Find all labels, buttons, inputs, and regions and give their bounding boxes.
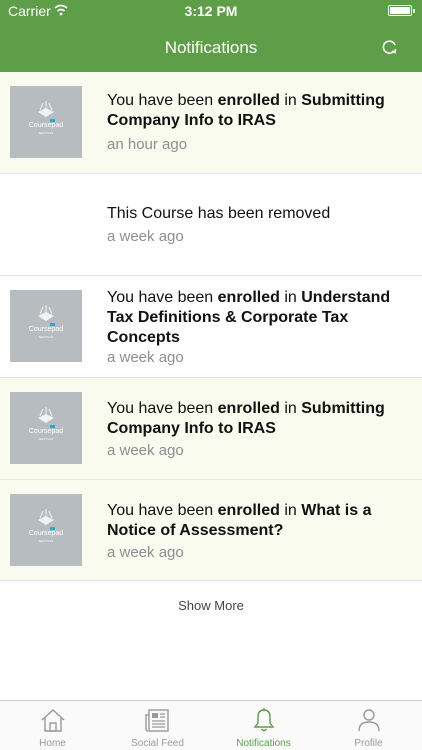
status-bar: Carrier 3:12 PM <box>0 0 422 22</box>
coursepad-logo-icon <box>38 509 55 530</box>
notification-message: You have been enrolled in Understand Tax… <box>107 289 391 346</box>
tab-label: Social Feed <box>131 738 184 749</box>
course-thumbnail: Coursepad NEXTCAS <box>10 392 82 464</box>
notification-item[interactable]: Coursepad NEXTCAS You have been enrolled… <box>0 480 422 581</box>
notification-item[interactable]: Coursepad NEXTCAS You have been enrolled… <box>0 276 422 378</box>
tab-profile[interactable]: Profile <box>316 701 421 750</box>
page-title: Notifications <box>164 38 258 57</box>
clock-label: 3:12 PM <box>184 3 238 19</box>
notification-message: You have been enrolled in What is a Noti… <box>107 502 372 539</box>
tab-label: Notifications <box>236 738 291 749</box>
tab-home[interactable]: Home <box>0 701 105 750</box>
notification-item[interactable]: Coursepad NEXTCAS You have been enrolled… <box>0 378 422 480</box>
notification-timestamp: a week ago <box>107 349 184 366</box>
notification-message: This Course has been removed <box>107 205 331 222</box>
tab-notifications[interactable]: Notifications <box>211 701 316 750</box>
coursepad-logo-icon <box>38 305 55 326</box>
tab-label: Profile <box>354 738 383 749</box>
course-thumbnail: Coursepad NEXTCAS <box>10 290 82 362</box>
svg-text:NEXTCAS: NEXTCAS <box>39 539 53 543</box>
navigation-header: Carrier 3:12 PM Notifications <box>0 0 422 72</box>
coursepad-logo-icon <box>38 101 55 122</box>
svg-text:NEXTCAS: NEXTCAS <box>39 131 53 135</box>
notification-message: You have been enrolled in Submitting Com… <box>107 92 385 129</box>
notification-timestamp: a week ago <box>107 544 184 561</box>
person-icon <box>358 709 380 732</box>
show-more-button[interactable]: Show More <box>0 598 422 613</box>
tab-bar: Home Social Feed Notifications Profile <box>0 700 422 750</box>
svg-text:Coursepad: Coursepad <box>29 122 63 129</box>
course-thumbnail: Coursepad NEXTCAS <box>10 86 82 158</box>
notification-item[interactable]: Coursepad NEXTCAS You have been enrolled… <box>0 72 422 174</box>
notification-timestamp: a week ago <box>107 442 184 459</box>
svg-text:Coursepad: Coursepad <box>29 428 63 435</box>
notification-timestamp: a week ago <box>107 228 184 245</box>
newspaper-icon <box>145 709 169 732</box>
svg-text:Coursepad: Coursepad <box>29 530 63 537</box>
tab-social-feed[interactable]: Social Feed <box>105 701 210 750</box>
notification-message: You have been enrolled in Submitting Com… <box>107 400 385 437</box>
coursepad-logo-icon <box>38 407 55 428</box>
bell-icon <box>253 708 275 732</box>
course-thumbnail: Coursepad NEXTCAS <box>10 494 82 566</box>
refresh-icon[interactable] <box>380 37 400 57</box>
battery-icon <box>388 5 415 16</box>
notification-list: Coursepad NEXTCAS You have been enrolled… <box>0 72 422 581</box>
svg-text:NEXTCAS: NEXTCAS <box>39 335 53 339</box>
svg-text:Coursepad: Coursepad <box>29 326 63 333</box>
svg-text:NEXTCAS: NEXTCAS <box>39 437 53 441</box>
home-icon <box>41 709 65 732</box>
notification-item[interactable]: This Course has been removed a week ago <box>0 174 422 276</box>
tab-label: Home <box>39 738 66 749</box>
notification-timestamp: an hour ago <box>107 136 188 153</box>
